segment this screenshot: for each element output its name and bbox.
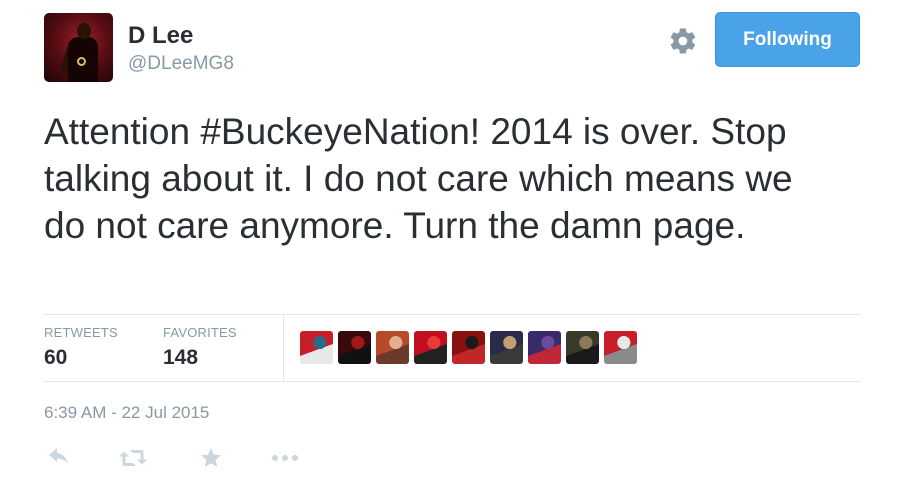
gear-icon[interactable] (668, 26, 698, 56)
favorites-count[interactable]: 148 (163, 346, 198, 370)
favoriter-avatar[interactable] (376, 331, 409, 364)
favoriters-list (300, 331, 637, 364)
retweets-count[interactable]: 60 (44, 346, 67, 370)
star-icon[interactable] (196, 444, 226, 472)
favoriter-avatar[interactable] (566, 331, 599, 364)
tweet-timestamp[interactable]: 6:39 AM - 22 Jul 2015 (44, 403, 209, 423)
avatar[interactable] (44, 13, 113, 82)
favoriter-avatar[interactable] (338, 331, 371, 364)
favoriter-avatar[interactable] (300, 331, 333, 364)
favoriter-avatar[interactable] (528, 331, 561, 364)
more-icon[interactable] (270, 444, 300, 472)
favoriter-avatar[interactable] (414, 331, 447, 364)
tweet-card: D Lee @DLeeMG8 Following Attention #Buck… (0, 0, 904, 490)
divider (44, 381, 860, 382)
favoriter-avatar[interactable] (452, 331, 485, 364)
user-name[interactable]: D Lee (128, 22, 193, 50)
favoriter-avatar[interactable] (490, 331, 523, 364)
divider (44, 314, 860, 315)
retweet-icon[interactable] (116, 444, 150, 472)
retweets-label[interactable]: RETWEETS (44, 325, 118, 340)
favoriter-avatar[interactable] (604, 331, 637, 364)
tweet-text: Attention #BuckeyeNation! 2014 is over. … (44, 111, 793, 246)
following-button[interactable]: Following (715, 12, 860, 67)
reply-icon[interactable] (44, 444, 74, 472)
divider (283, 314, 284, 381)
user-handle[interactable]: @DLeeMG8 (128, 53, 234, 75)
favorites-label[interactable]: FAVORITES (163, 325, 237, 340)
